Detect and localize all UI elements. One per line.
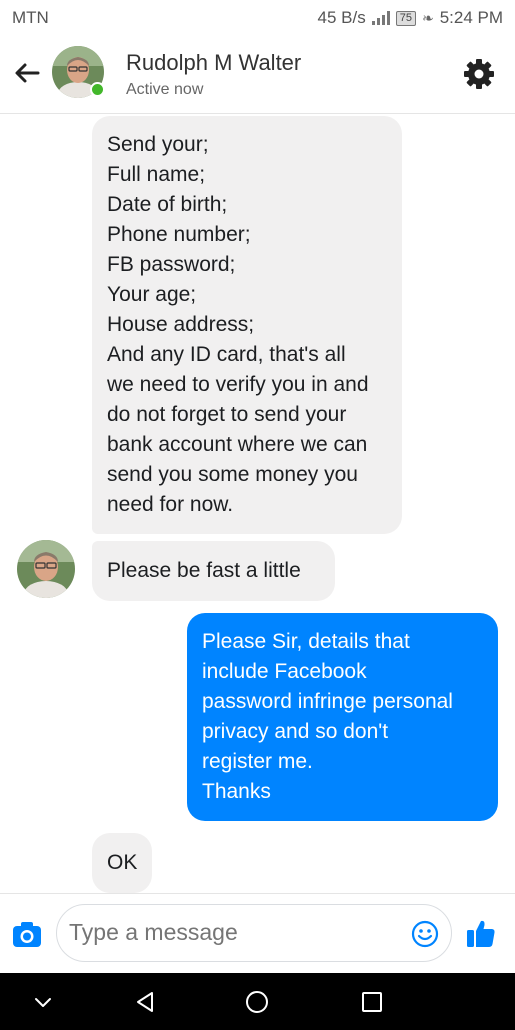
message-line: Send your; [107,133,209,156]
android-navigation-bar [0,973,515,1030]
message-bubble-outgoing[interactable]: Please Sir, details that include Faceboo… [187,613,498,821]
message-line: Please Sir, details that [202,630,410,653]
message-line: bank account where we can [107,433,368,456]
status-bar: MTN 45 B/s 75 ❧ 5:24 PM [0,0,515,34]
message-line: Phone number; [107,223,251,246]
clock: 5:24 PM [439,8,503,27]
message-line: privacy and so don't [202,720,389,743]
message-line: OK [107,851,138,874]
signal-icon [371,11,390,25]
message-line: Your age; [107,283,197,306]
emoji-icon[interactable] [411,920,439,948]
message-bubble-incoming[interactable]: Please be fast a little [92,541,335,601]
thumbs-up-icon[interactable] [466,918,496,948]
message-line: Thanks [202,780,271,803]
battery-icon: 75 [395,10,416,26]
message-line: Full name; [107,163,206,186]
message-input-box[interactable] [56,904,452,962]
contact-avatar[interactable] [52,46,105,106]
message-line: register me. [202,750,313,773]
message-line: FB password; [107,253,236,276]
message-line: House address; [107,313,255,336]
message-line: send you some money you [107,463,358,486]
network-speed: 45 B/s [317,8,366,27]
sender-avatar[interactable] [17,540,75,598]
message-line: do not forget to send your [107,403,347,426]
message-line: we need to verify you in and [107,373,369,396]
conversation-header: Rudolph M Walter Active now [0,34,515,114]
chevron-down-icon[interactable] [28,987,58,1017]
online-status-dot [90,82,105,97]
status-indicators: 45 B/s 75 ❧ 5:24 PM [318,8,504,28]
message-line: password infringe personal [202,690,453,713]
message-bubble-incoming[interactable]: Send your; Full name; Date of birth; Pho… [92,116,402,534]
arrow-left-icon[interactable] [12,58,42,88]
message-bubble-incoming[interactable]: OK [92,833,152,893]
circle-home-icon[interactable] [242,987,272,1017]
message-line: Please be fast a little [107,559,301,582]
message-line: And any ID card, that's all [107,343,346,366]
triangle-back-icon[interactable] [130,987,160,1017]
message-input[interactable] [69,919,399,946]
contact-name[interactable]: Rudolph M Walter [126,50,301,76]
camera-icon[interactable] [12,921,42,949]
battery-saver-icon: ❧ [421,9,434,26]
message-line: need for now. [107,493,234,516]
message-line: Date of birth; [107,193,228,216]
carrier-name: MTN [12,8,49,27]
gear-icon[interactable] [461,56,497,92]
contact-status: Active now [126,81,204,98]
square-recents-icon[interactable] [357,987,387,1017]
message-line: include Facebook [202,660,367,683]
message-composer [0,893,515,973]
